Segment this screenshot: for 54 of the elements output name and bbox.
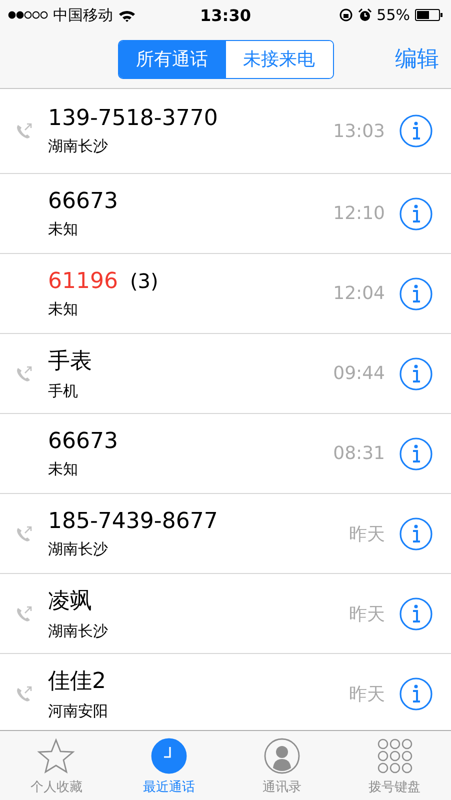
keypad-icon [376, 738, 413, 774]
caller-name: 61196 [48, 268, 118, 294]
call-row[interactable]: 手表 手机 09:44 [0, 334, 451, 414]
caller-location: 手机 [48, 382, 78, 401]
call-row[interactable]: 66673 未知 12:10 [0, 174, 451, 254]
caller-name: 手表 [48, 348, 92, 376]
info-icon[interactable] [399, 516, 433, 550]
caller-name: 66673 [48, 428, 118, 454]
call-time: 昨天 [349, 682, 385, 706]
carrier-name: 中国移动 [53, 6, 113, 24]
info-icon[interactable] [399, 356, 433, 390]
alarm-icon [358, 8, 372, 22]
call-time: 08:31 [333, 443, 385, 464]
segment-tab[interactable]: 未接来电 [226, 40, 332, 78]
call-time: 昨天 [349, 522, 385, 546]
caller-location: 未知 [48, 220, 78, 238]
clock-icon [151, 738, 188, 774]
call-row[interactable]: 61196 (3) 未知 12:04 [0, 254, 451, 334]
caller-name: 139-7518-3770 [48, 106, 218, 131]
info-icon[interactable] [399, 436, 433, 470]
call-row[interactable]: 66673 未知 08:31 [0, 414, 451, 494]
caller-location: 湖南长沙 [48, 137, 108, 156]
call-time: 12:10 [333, 203, 385, 224]
segment-tab[interactable]: 所有通话 [118, 40, 226, 78]
call-time: 09:44 [333, 363, 385, 384]
info-icon[interactable] [399, 596, 433, 630]
caller-location: 湖南长沙 [48, 622, 108, 641]
info-icon[interactable] [399, 196, 433, 230]
caller-name: 佳佳2 [48, 668, 106, 696]
caller-name: 凌飒 [48, 588, 92, 616]
info-icon[interactable] [399, 676, 433, 710]
call-row[interactable]: 139-7518-3770 湖南长沙 13:03 [0, 89, 451, 174]
status-time: 13:30 [200, 6, 251, 24]
info-icon[interactable] [399, 114, 433, 148]
caller-name: 185-7439-8677 [48, 508, 218, 534]
call-time: 13:03 [333, 120, 385, 142]
call-count: (3) [130, 268, 158, 292]
signal-icon [8, 10, 48, 20]
star-icon [37, 738, 76, 774]
call-row[interactable]: 凌飒 湖南长沙 昨天 [0, 574, 451, 654]
caller-name: 66673 [48, 188, 118, 214]
call-row[interactable]: 185-7439-8677 湖南长沙 昨天 [0, 494, 451, 574]
wifi-icon [118, 8, 136, 22]
contact-icon [264, 738, 300, 774]
battery-percent: 55% [376, 6, 410, 24]
caller-location: 未知 [48, 300, 78, 318]
info-icon[interactable] [399, 276, 433, 310]
rotation-lock-icon [338, 8, 353, 22]
call-time: 12:04 [333, 283, 385, 304]
call-time: 昨天 [349, 602, 385, 626]
battery-icon [415, 9, 443, 21]
caller-location: 未知 [48, 460, 78, 478]
caller-location: 湖南长沙 [48, 540, 108, 558]
caller-location: 河南安阳 [48, 702, 108, 721]
